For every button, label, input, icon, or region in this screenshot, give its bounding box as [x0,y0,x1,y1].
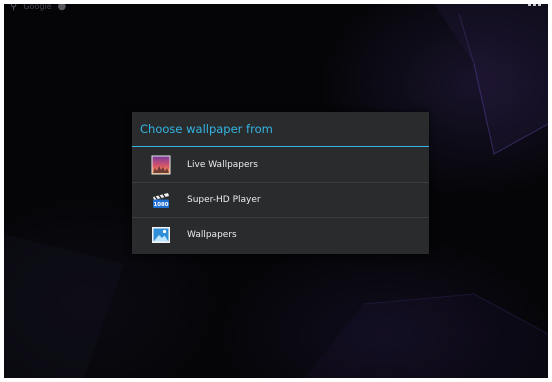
super-hd-player-icon: 1080 [153,193,169,208]
search-label: Google [23,4,52,11]
home-screen: ⚲ Google ● Choose wallpaper from Live Wa… [4,4,548,378]
option-label: Wallpapers [187,230,237,240]
option-label: Live Wallpapers [187,159,258,170]
apps-grid-icon[interactable] [528,4,542,9]
option-wallpapers[interactable]: Wallpapers [132,217,429,252]
dialog-title: Choose wallpaper from [132,112,429,147]
option-live-wallpapers[interactable]: Live Wallpapers [132,147,429,182]
svg-text:1080: 1080 [153,202,168,208]
wallpapers-icon [152,227,170,243]
google-search-bar[interactable]: ⚲ Google ● [10,4,66,14]
option-label: Super-HD Player [187,195,261,205]
microphone-icon[interactable]: ● [58,4,67,12]
choose-wallpaper-dialog: Choose wallpaper from Live Wallpapers 10… [132,112,429,254]
search-icon: ⚲ [10,4,18,12]
live-wallpapers-icon [151,155,171,174]
option-super-hd-player[interactable]: 1080 Super-HD Player [132,182,429,217]
